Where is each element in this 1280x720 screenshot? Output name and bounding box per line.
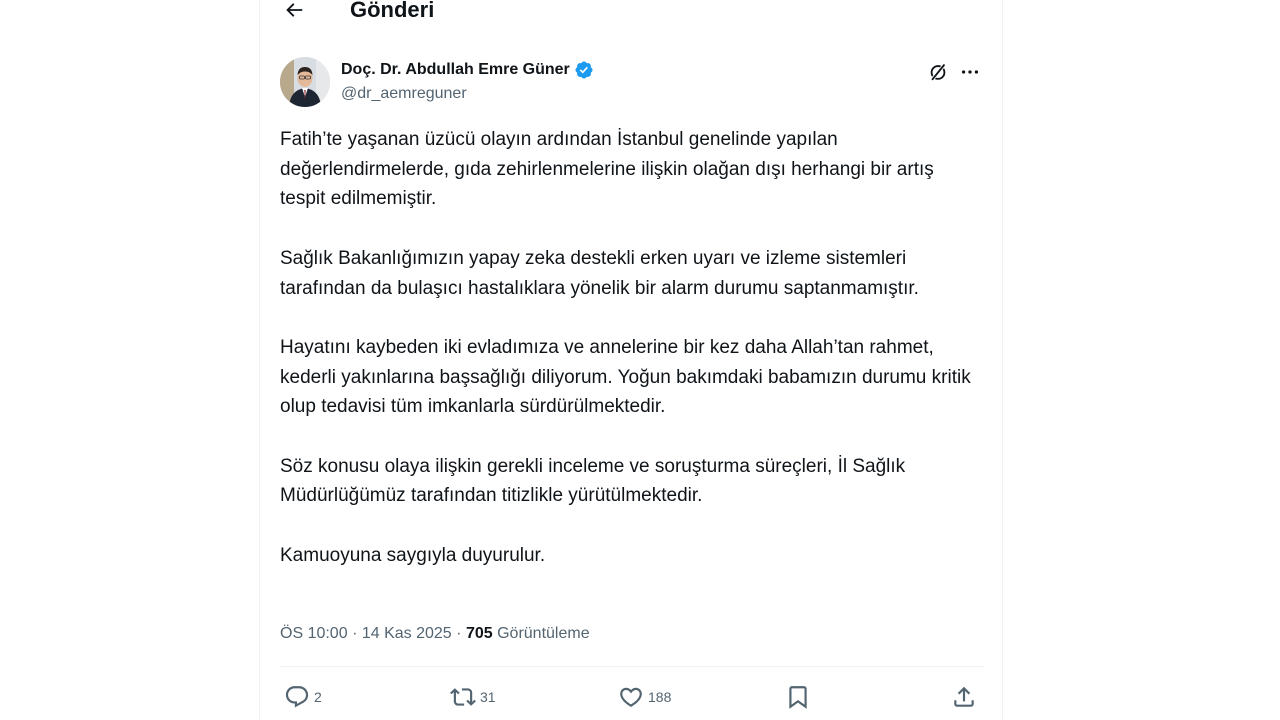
tweet-paragraph: Sağlık Bakanlığımızın yapay zeka destekl… [280, 247, 919, 299]
views-count: 705 [465, 625, 493, 642]
tweet-meta: ÖS 10:00 · 14 Kas 2025 · 705 Görüntüleme [280, 623, 590, 645]
arrow-left-icon [286, 3, 303, 17]
tweet-paragraph: Kamuoyuna saygıyla duyurulur. [280, 544, 546, 566]
repost-button[interactable]: 31 [450, 680, 496, 714]
more-dots-icon [961, 70, 979, 74]
grok-button[interactable] [926, 60, 950, 84]
meta-separator: · [352, 625, 358, 642]
divider [280, 666, 984, 667]
share-button[interactable] [951, 680, 977, 714]
back-button[interactable] [278, 0, 310, 26]
avatar[interactable] [280, 57, 330, 107]
reply-icon [285, 686, 309, 708]
author-handle[interactable]: @dr_aemreguner [341, 85, 467, 103]
author-name-row: Doç. Dr. Abdullah Emre Güner [341, 60, 594, 80]
more-options-button[interactable] [958, 60, 982, 84]
post-column: Gönderi Doç. Dr. Abdullah Emre Güner @dr… [259, 0, 1003, 720]
heart-icon [620, 687, 642, 707]
action-bar: 2 31 188 [280, 680, 984, 714]
bookmark-button[interactable] [785, 680, 811, 714]
reply-count: 2 [314, 689, 322, 705]
post-author: Doç. Dr. Abdullah Emre Güner @dr_aemregu… [280, 57, 984, 109]
repost-icon [450, 688, 476, 706]
tweet-date[interactable]: 14 Kas 2025 [362, 625, 452, 642]
like-button[interactable]: 188 [618, 680, 671, 714]
share-icon [954, 686, 974, 707]
top-bar: Gönderi [260, 0, 1002, 30]
page-title: Gönderi [350, 0, 435, 22]
reply-button[interactable]: 2 [284, 680, 322, 714]
author-name[interactable]: Doç. Dr. Abdullah Emre Güner [341, 61, 570, 79]
meta-separator: · [456, 625, 462, 642]
repost-count: 31 [480, 689, 496, 705]
views-label: Görüntüleme [497, 625, 590, 642]
tweet-time[interactable]: ÖS 10:00 [280, 625, 348, 642]
tweet-paragraph: Hayatını kaybeden iki evladımıza ve anne… [280, 336, 971, 418]
tweet-paragraph: Söz konusu olaya ilişkin gerekli incelem… [280, 455, 906, 507]
like-count: 188 [648, 689, 672, 705]
tweet-text: Fatih’te yaşanan üzücü olayın ardından İ… [280, 125, 984, 600]
grok-icon [930, 63, 946, 82]
bookmark-icon [789, 686, 807, 709]
verified-badge-icon [575, 61, 593, 79]
tweet-paragraph: Fatih’te yaşanan üzücü olayın ardından İ… [280, 129, 934, 210]
profile-photo [280, 57, 330, 107]
